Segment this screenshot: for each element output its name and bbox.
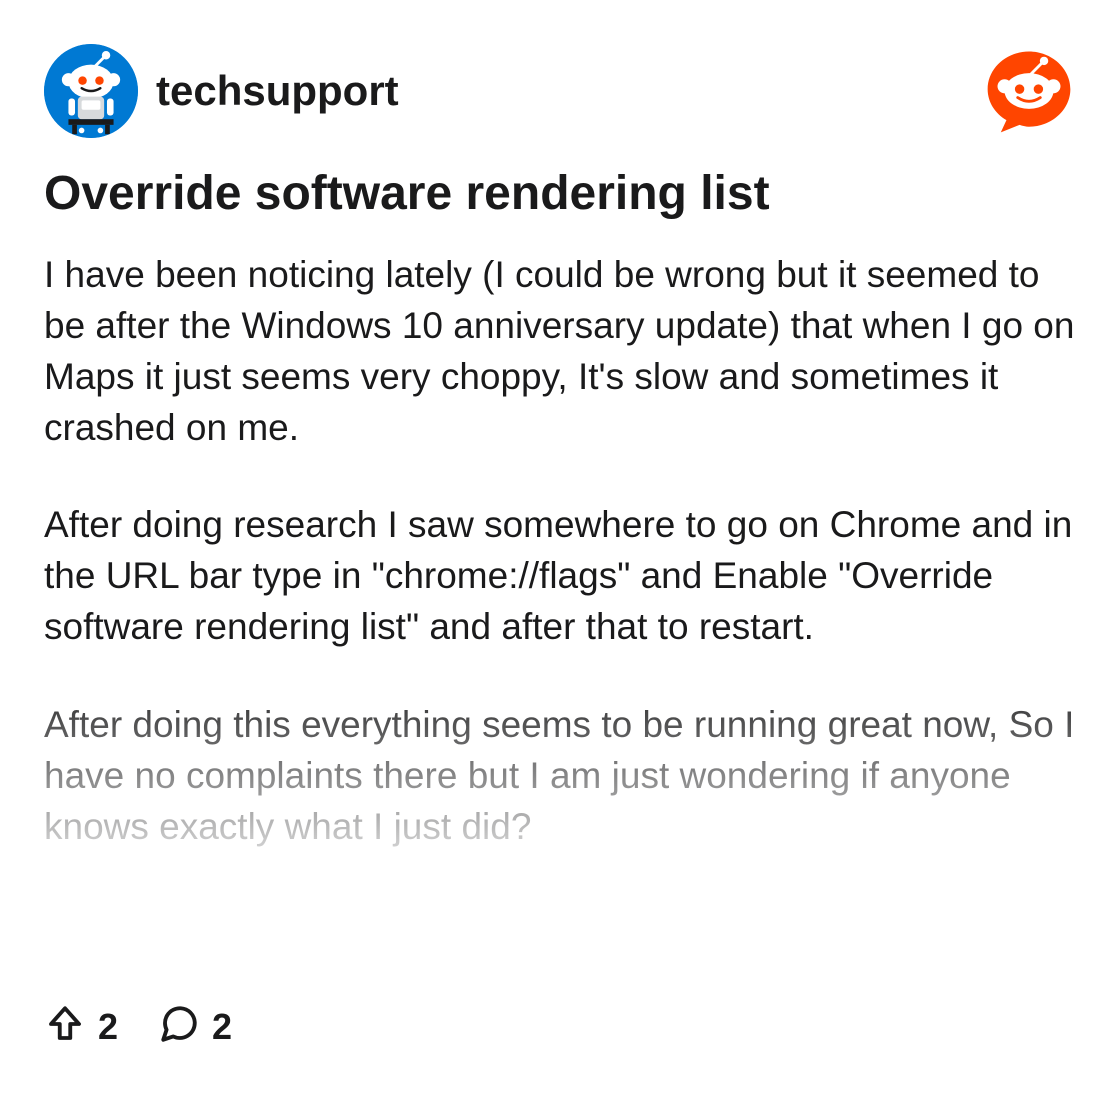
post-paragraph: The little research I could gather it se…	[44, 898, 1076, 949]
post-paragraph: After doing research I saw somewhere to …	[44, 499, 1076, 652]
comment-icon	[158, 1003, 200, 1050]
post-body: I have been noticing lately (I could be …	[44, 249, 1076, 949]
upvote-count: 2	[98, 1006, 118, 1048]
post-footer: 2 2	[44, 1003, 232, 1050]
reddit-logo-icon[interactable]	[982, 44, 1076, 138]
post-paragraph: I have been noticing lately (I could be …	[44, 249, 1076, 453]
post-paragraph: After doing this everything seems to be …	[44, 699, 1076, 852]
upvote-button[interactable]: 2	[44, 1003, 118, 1050]
subreddit-name: techsupport	[156, 67, 399, 115]
post-body-wrapper: I have been noticing lately (I could be …	[44, 249, 1076, 969]
comment-button[interactable]: 2	[158, 1003, 232, 1050]
upvote-icon	[44, 1003, 86, 1050]
subreddit-link[interactable]: techsupport	[44, 44, 399, 138]
subreddit-avatar	[44, 44, 138, 138]
post-title: Override software rendering list	[44, 166, 1076, 221]
post-header: techsupport	[44, 44, 1076, 138]
comment-count: 2	[212, 1006, 232, 1048]
